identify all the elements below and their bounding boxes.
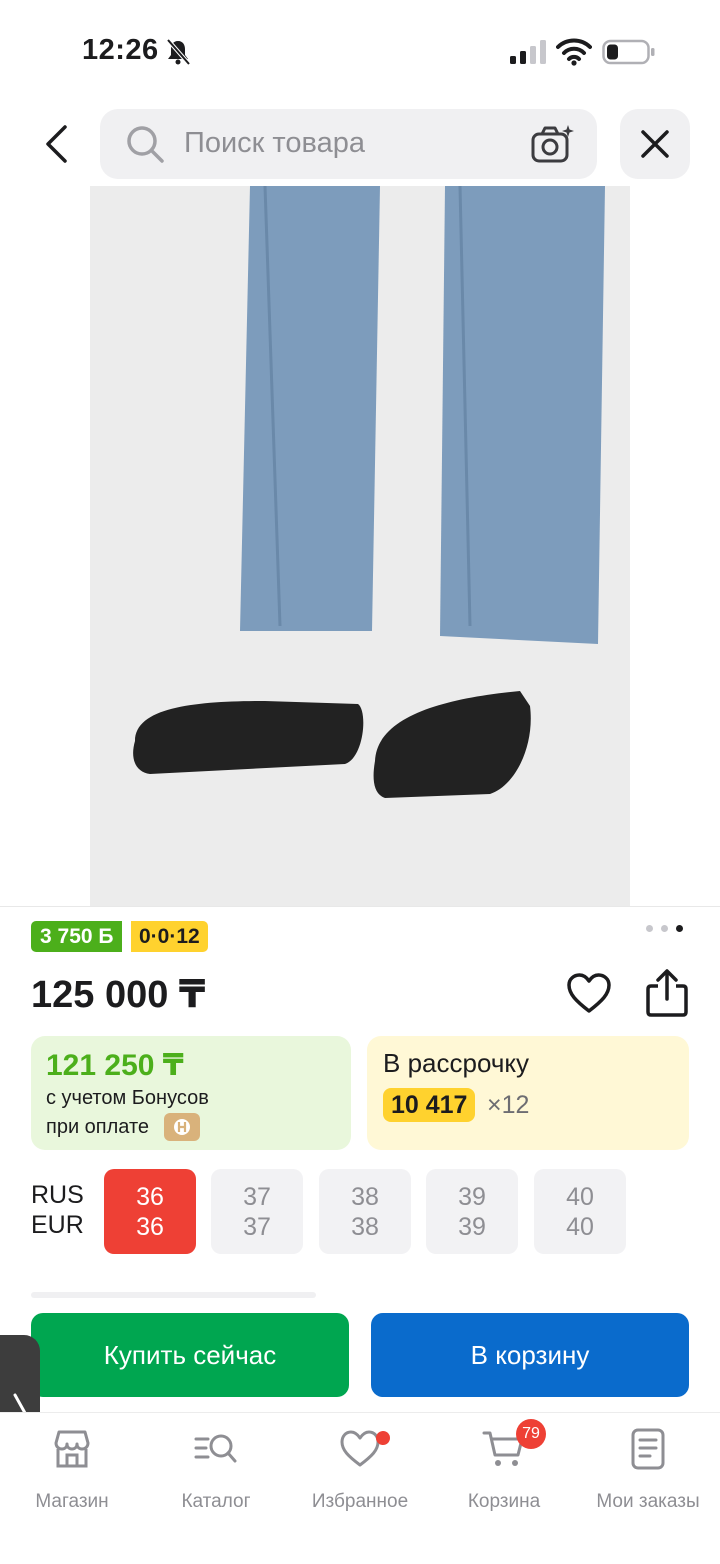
nav-label: Каталог — [181, 1491, 251, 1512]
size-option-37[interactable]: 37 37 — [211, 1169, 303, 1254]
status-bar: 12:26 — [0, 0, 720, 100]
size-option-38[interactable]: 38 38 — [319, 1169, 411, 1254]
installment-card[interactable]: В рассрочку 10 417 ×12 — [367, 1036, 689, 1150]
size-eur: 36 — [136, 1213, 164, 1241]
bonus-caption-line1: с учетом Бонусов — [46, 1087, 209, 1109]
size-eur: 37 — [243, 1213, 271, 1241]
image-carousel-dots — [646, 925, 686, 935]
favorites-notification-dot — [376, 1431, 390, 1445]
bonus-caption-line2: при оплате — [46, 1116, 150, 1138]
add-to-cart-button[interactable]: В корзину — [371, 1313, 689, 1397]
cart-count-badge: 79 — [516, 1419, 546, 1449]
size-eur: 40 — [566, 1213, 594, 1241]
wifi-icon — [556, 38, 592, 66]
bonus-price-card[interactable]: 121 250 ₸ с учетом Бонусов при оплате — [31, 1036, 351, 1150]
carousel-dot — [661, 925, 668, 932]
nav-item-favorites[interactable]: Избранное — [288, 1427, 432, 1517]
buy-now-button[interactable]: Купить сейчас — [31, 1313, 349, 1397]
product-price: 125 000 ₸ — [31, 974, 206, 1016]
favorite-heart-icon[interactable] — [566, 972, 612, 1016]
installment-amount: 10 417 — [383, 1088, 476, 1122]
carousel-dot-active — [676, 925, 683, 932]
size-system-labels: RUS EUR — [31, 1180, 84, 1240]
size-rus: 39 — [458, 1183, 486, 1211]
bonus-price: 121 250 ₸ — [46, 1049, 184, 1082]
nav-label: Избранное — [311, 1491, 409, 1512]
search-placeholder: Поиск товара — [184, 127, 365, 159]
size-eur: 39 — [458, 1213, 486, 1241]
size-option-39[interactable]: 39 39 — [426, 1169, 518, 1254]
bonus-badge: 3 750 Б — [31, 921, 123, 952]
share-icon[interactable] — [644, 968, 690, 1018]
size-rus: 37 — [243, 1183, 271, 1211]
size-eur: 38 — [351, 1213, 379, 1241]
catalog-search-icon — [194, 1434, 237, 1463]
close-button[interactable] — [620, 109, 690, 179]
scroll-indicator-bar — [31, 1292, 316, 1298]
carousel-dot — [646, 925, 653, 932]
camera-search-icon[interactable] — [530, 123, 576, 165]
nav-label: Мои заказы — [596, 1491, 700, 1512]
size-rus: 36 — [136, 1183, 164, 1211]
search-icon — [127, 126, 164, 163]
size-label-rus: RUS — [31, 1181, 84, 1209]
bell-muted-icon — [166, 38, 191, 66]
nav-item-store[interactable]: Магазин — [0, 1427, 144, 1517]
bottom-navigation: Магазин Каталог Избранное 79 Корзина Мои… — [0, 1412, 720, 1564]
battery-icon — [602, 39, 655, 65]
nav-item-cart[interactable]: 79 Корзина — [432, 1419, 576, 1517]
close-icon — [641, 130, 669, 158]
installment-title: В рассрочку — [383, 1048, 530, 1078]
search-input[interactable]: Поиск товара — [100, 109, 597, 179]
size-option-40[interactable]: 40 40 — [534, 1169, 626, 1254]
nav-item-catalog[interactable]: Каталог — [144, 1427, 288, 1517]
nav-item-orders[interactable]: Мои заказы — [576, 1427, 720, 1517]
heart-icon — [340, 1430, 380, 1467]
divider — [0, 906, 720, 907]
product-photo — [90, 186, 630, 906]
store-icon — [54, 1430, 90, 1468]
size-label-eur: EUR — [31, 1211, 84, 1239]
installment-months: ×12 — [487, 1091, 530, 1119]
size-rus: 38 — [351, 1183, 379, 1211]
installment-badge: 0·0·12 — [131, 921, 208, 952]
status-time: 12:26 — [82, 34, 159, 66]
nav-label: Магазин — [35, 1491, 109, 1512]
orders-icon — [631, 1428, 665, 1470]
payment-method-icon — [164, 1113, 200, 1141]
size-option-36[interactable]: 36 36 — [104, 1169, 196, 1254]
payment-logo-icon — [174, 1119, 190, 1135]
nav-label: Корзина — [467, 1491, 541, 1512]
cellular-signal-icon — [510, 40, 546, 64]
product-image[interactable] — [90, 186, 630, 906]
size-rus: 40 — [566, 1183, 594, 1211]
chevron-left-icon — [46, 125, 67, 163]
back-button[interactable] — [34, 118, 78, 170]
